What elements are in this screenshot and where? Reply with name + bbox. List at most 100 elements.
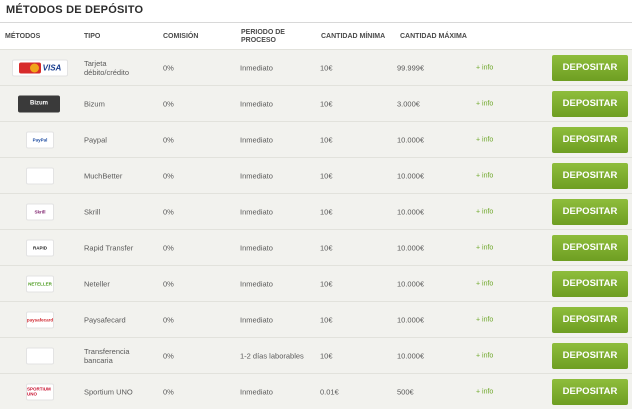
more-info-link[interactable]: + info	[476, 100, 493, 107]
table-row: VISA Tarjeta débito/crédito 0% Inmediato 10€…	[0, 49, 632, 85]
table-row: RAPID Rapid Transfer 0% Inmediato 10€ 10.000€…	[0, 229, 632, 265]
depositar-button[interactable]: DEPOSITAR	[552, 270, 628, 297]
logo-text: RAPID	[32, 245, 47, 250]
table-row: NETELLER Neteller 0% Inmediato 10€ 10.000€ + i…	[0, 265, 632, 301]
cell-periodo: Inmediato	[240, 207, 273, 216]
cell-periodo: Inmediato	[240, 243, 273, 252]
depositar-button[interactable]: DEPOSITAR	[552, 126, 628, 153]
more-info-link[interactable]: + info	[476, 280, 493, 287]
cell-periodo: Inmediato	[240, 171, 273, 180]
cell-tipo: Rapid Transfer	[84, 243, 134, 252]
table-row: Skrill Skrill 0% Inmediato 10€ 10.000€ + info D…	[0, 193, 632, 229]
cell-min: 10€	[320, 207, 333, 216]
cell-max: 10.000€	[397, 207, 425, 216]
paypal-icon: PayPal	[26, 131, 54, 148]
cell-periodo: Inmediato	[240, 279, 273, 288]
cell-tipo: MuchBetter	[84, 171, 123, 180]
paysafecard-icon: paysafecard	[26, 311, 54, 328]
more-info-link[interactable]: + info	[476, 64, 493, 71]
depositar-button[interactable]: DEPOSITAR	[552, 198, 628, 225]
depositar-button[interactable]: DEPOSITAR	[552, 54, 628, 81]
table-row: paysafecard Paysafecard 0% Inmediato 10€ 10.0…	[0, 301, 632, 337]
cell-min: 10€	[320, 243, 333, 252]
cell-periodo: Inmediato	[240, 99, 273, 108]
depositar-button[interactable]: DEPOSITAR	[552, 162, 628, 189]
cell-max: 500€	[397, 387, 414, 396]
cell-comision: 0%	[163, 315, 174, 324]
cell-tipo: Transferencia bancaria	[84, 346, 130, 365]
cell-periodo: Inmediato	[240, 315, 273, 324]
header-min: CANTIDAD MÍNIMA	[321, 33, 386, 40]
more-info-link[interactable]: + info	[476, 388, 493, 395]
more-info-link[interactable]: + info	[476, 172, 493, 179]
cell-periodo: 1-2 días laborables	[240, 351, 304, 360]
table-row: MuchBetter 0% Inmediato 10€ 10.000€ + info DEP…	[0, 157, 632, 193]
logo-text: Skrill	[34, 209, 46, 214]
depositar-button[interactable]: DEPOSITAR	[552, 306, 628, 333]
logo-text: PayPal	[32, 137, 48, 142]
neteller-icon: NETELLER	[26, 275, 54, 292]
logo-text: NETELLER	[28, 281, 52, 286]
cell-tipo: Bizum	[84, 99, 105, 108]
cell-max: 99.999€	[397, 63, 425, 72]
deposit-methods-table: MÉTODOS TIPO COMISIÓN PERIODO DE PROCESO…	[0, 22, 632, 409]
header-tipo: TIPO	[84, 33, 101, 40]
skrill-icon: Skrill	[26, 203, 54, 220]
depositar-button[interactable]: DEPOSITAR	[552, 90, 628, 117]
cell-min: 10€	[320, 135, 333, 144]
depositar-button[interactable]: DEPOSITAR	[552, 378, 628, 405]
bank-transfer-icon	[26, 347, 54, 364]
cell-comision: 0%	[163, 351, 174, 360]
cell-max: 10.000€	[397, 351, 425, 360]
mastercard-visa-icon: VISA	[12, 59, 68, 76]
more-info-link[interactable]: + info	[476, 136, 493, 143]
cell-min: 10€	[320, 279, 333, 288]
mastercard-icon	[18, 62, 41, 73]
cell-max: 3.000€	[397, 99, 420, 108]
sportium-uno-icon: SPORTIUM UNO	[26, 383, 54, 400]
cell-min: 0.01€	[320, 387, 339, 396]
cell-min: 10€	[320, 315, 333, 324]
table-row: Bizum Bizum 0% Inmediato 10€ 3.000€ + info DEPO…	[0, 85, 632, 121]
more-info-link[interactable]: + info	[476, 244, 493, 251]
cell-tipo: Sportium UNO	[84, 387, 133, 396]
table-row: PayPal Paypal 0% Inmediato 10€ 10.000€ + info D…	[0, 121, 632, 157]
table-row: SPORTIUM UNO Sportium UNO 0% Inmediato 0.01€…	[0, 373, 632, 409]
table-row: Transferencia bancaria 0% 1-2 días laborab…	[0, 337, 632, 373]
cell-comision: 0%	[163, 279, 174, 288]
cell-min: 10€	[320, 63, 333, 72]
cell-comision: 0%	[163, 207, 174, 216]
more-info-link[interactable]: + info	[476, 208, 493, 215]
header-periodo: PERIODO DE PROCESO	[241, 29, 285, 44]
table-header: MÉTODOS TIPO COMISIÓN PERIODO DE PROCESO…	[0, 22, 632, 49]
cell-tipo: Tarjeta débito/crédito	[84, 58, 130, 77]
cell-comision: 0%	[163, 387, 174, 396]
header-max: CANTIDAD MÁXIMA	[400, 33, 467, 40]
cell-comision: 0%	[163, 171, 174, 180]
cell-comision: 0%	[163, 135, 174, 144]
logo-text: paysafecard	[26, 317, 54, 322]
header-comision: COMISIÓN	[163, 33, 199, 40]
cell-periodo: Inmediato	[240, 387, 273, 396]
more-info-link[interactable]: + info	[476, 316, 493, 323]
header-metodos: MÉTODOS	[5, 33, 41, 40]
cell-min: 10€	[320, 171, 333, 180]
more-info-link[interactable]: + info	[476, 352, 493, 359]
visa-logo-text: VISA	[42, 63, 62, 72]
cell-tipo: Neteller	[84, 279, 110, 288]
cell-min: 10€	[320, 99, 333, 108]
logo-text: SPORTIUM UNO	[27, 386, 51, 397]
cell-min: 10€	[320, 351, 333, 360]
cell-max: 10.000€	[397, 315, 425, 324]
cell-periodo: Inmediato	[240, 63, 273, 72]
bizum-logo-text: Bizum	[30, 100, 48, 107]
cell-tipo: Paypal	[84, 135, 107, 144]
cell-max: 10.000€	[397, 243, 425, 252]
cell-periodo: Inmediato	[240, 135, 273, 144]
depositar-button[interactable]: DEPOSITAR	[552, 342, 628, 369]
rapid-transfer-icon: RAPID	[26, 239, 54, 256]
cell-max: 10.000€	[397, 171, 425, 180]
cell-comision: 0%	[163, 63, 174, 72]
page-title: MÉTODOS DE DEPÓSITO	[6, 4, 144, 16]
depositar-button[interactable]: DEPOSITAR	[552, 234, 628, 261]
